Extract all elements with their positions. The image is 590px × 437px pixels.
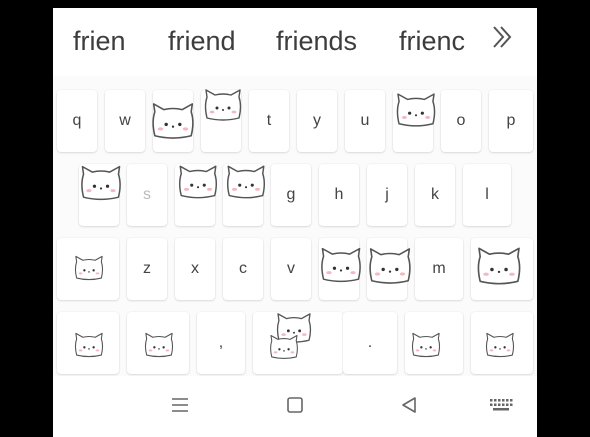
key-label: o: [456, 112, 466, 129]
suggestion-2[interactable]: friend: [168, 26, 236, 57]
cat-face-icon: [142, 331, 176, 359]
cat-face-icon: [175, 164, 221, 200]
cat-face-icon: [77, 164, 125, 202]
key-label: p: [506, 112, 516, 129]
key-h[interactable]: h: [319, 164, 359, 226]
key-label: m: [432, 260, 446, 277]
key-label: q: [72, 112, 82, 129]
suggestion-4[interactable]: frienc: [399, 26, 469, 57]
key-label: w: [119, 112, 131, 129]
key-label: ,: [218, 334, 224, 351]
cat-face-icon: [223, 164, 269, 200]
key-g[interactable]: g: [271, 164, 311, 226]
key-label: u: [360, 112, 370, 129]
cat-face-icon: [148, 101, 198, 141]
cat-face-icon: [72, 331, 106, 359]
cat-face-icon: [392, 92, 440, 128]
key-label: h: [334, 186, 344, 203]
key-u[interactable]: u: [345, 90, 385, 152]
key-label: l: [485, 186, 489, 203]
navigation-bar: [53, 376, 537, 437]
suggestion-3[interactable]: friends: [276, 26, 357, 57]
keyboard: q w t y u o p s g h j k l z x c v m , .: [53, 76, 537, 376]
key-q[interactable]: q: [57, 90, 97, 152]
key-label: s: [143, 186, 151, 203]
key-label: k: [431, 186, 439, 203]
suggestion-bar: frien friend friends frienc: [53, 8, 537, 76]
key-label: g: [286, 186, 296, 203]
cat-face-icon: [200, 88, 246, 122]
key-o[interactable]: o: [441, 90, 481, 152]
cat-face-icon: [267, 334, 301, 360]
key-w[interactable]: w: [105, 90, 145, 152]
suggestion-1[interactable]: frien: [73, 26, 126, 57]
key-x[interactable]: x: [175, 238, 215, 300]
cat-face-icon: [72, 254, 106, 282]
key-label: .: [367, 334, 373, 351]
key-m[interactable]: m: [415, 238, 463, 300]
key-v[interactable]: v: [271, 238, 311, 300]
cat-face-icon: [317, 246, 365, 284]
key-label: t: [266, 112, 272, 129]
cat-face-icon: [473, 246, 525, 286]
chevron-double-right-icon[interactable]: [489, 24, 515, 58]
key-period[interactable]: .: [343, 312, 397, 374]
key-label: j: [385, 186, 389, 203]
key-label: x: [191, 260, 199, 277]
key-p[interactable]: p: [489, 90, 533, 152]
key-z[interactable]: z: [127, 238, 167, 300]
cat-face-icon: [409, 331, 443, 359]
key-label: z: [143, 260, 151, 277]
key-l[interactable]: l: [463, 164, 511, 226]
cat-face-icon: [483, 331, 517, 359]
key-label: y: [313, 112, 321, 129]
phone-screen: frien friend friends frienc q w t y u o …: [53, 8, 537, 437]
cat-face-icon: [365, 246, 415, 286]
menu-icon[interactable]: [171, 396, 189, 419]
key-t[interactable]: t: [249, 90, 289, 152]
key-c[interactable]: c: [223, 238, 263, 300]
key-y[interactable]: y: [297, 90, 337, 152]
key-comma[interactable]: ,: [197, 312, 245, 374]
key-j[interactable]: j: [367, 164, 407, 226]
key-label: c: [239, 260, 247, 277]
keyboard-icon[interactable]: [489, 396, 513, 419]
square-home-icon[interactable]: [286, 396, 304, 419]
key-s[interactable]: s: [127, 164, 167, 226]
triangle-back-icon[interactable]: [400, 396, 418, 419]
key-label: v: [287, 260, 295, 277]
key-k[interactable]: k: [415, 164, 455, 226]
